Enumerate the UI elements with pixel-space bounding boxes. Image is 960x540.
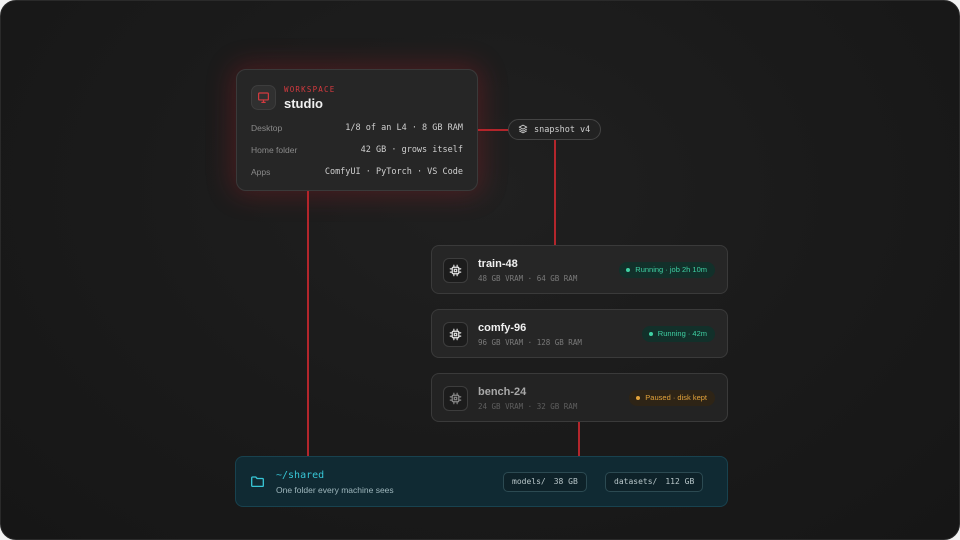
- workspace-card[interactable]: WORKSPACE studio Desktop 1/8 of an L4 · …: [236, 69, 478, 191]
- connector-snapshot-to-machines: [554, 140, 556, 246]
- shared-folder-bar[interactable]: ~/shared One folder every machine sees m…: [235, 456, 728, 507]
- row-value: 42 GB · grows itself: [360, 145, 463, 155]
- workspace-row-desktop: Desktop 1/8 of an L4 · 8 GB RAM: [251, 123, 463, 135]
- shared-path: ~/shared: [276, 470, 325, 481]
- connector-workspace-to-shared: [307, 190, 309, 456]
- row-key: Home folder: [251, 145, 298, 155]
- machine-card-comfy-96[interactable]: comfy-96 96 GB VRAM · 128 GB RAM Running…: [431, 309, 728, 358]
- machine-card-bench-24[interactable]: bench-24 24 GB VRAM · 32 GB RAM Paused ·…: [431, 373, 728, 422]
- machine-spec: 96 GB VRAM · 128 GB RAM: [478, 338, 582, 347]
- layers-icon: [518, 121, 528, 139]
- workspace-title: studio: [284, 96, 323, 111]
- connector-machines-to-shared: [578, 422, 580, 456]
- machine-card-train-48[interactable]: train-48 48 GB VRAM · 64 GB RAM Running …: [431, 245, 728, 294]
- row-value: ComfyUI · PyTorch · VS Code: [324, 167, 463, 177]
- row-key: Desktop: [251, 123, 283, 133]
- workspace-row-home-folder: Home folder 42 GB · grows itself: [251, 145, 463, 157]
- folder-chip-datasets[interactable]: datasets/112 GB: [605, 472, 704, 492]
- status-badge-paused: Paused · disk kept: [629, 390, 715, 406]
- machine-spec: 48 GB VRAM · 64 GB RAM: [478, 274, 578, 283]
- row-value: 1/8 of an L4 · 8 GB RAM: [345, 123, 463, 133]
- shared-subtitle: One folder every machine sees: [276, 485, 394, 495]
- chip-icon: [443, 258, 468, 283]
- row-key: Apps: [251, 167, 271, 177]
- connector-workspace-to-snapshot: [478, 129, 509, 131]
- folder-chip-models[interactable]: models/38 GB: [503, 472, 587, 492]
- chip-icon: [443, 322, 468, 347]
- workspace-row-apps: Apps ComfyUI · PyTorch · VS Code: [251, 167, 463, 179]
- snapshot-label: snapshot v4: [534, 124, 591, 135]
- monitor-icon: [251, 85, 276, 110]
- snapshot-pill[interactable]: snapshot v4: [508, 119, 601, 140]
- machine-name: bench-24: [478, 386, 527, 398]
- status-badge-running: Running · job 2h 10m: [619, 262, 715, 278]
- machine-name: comfy-96: [478, 322, 527, 334]
- workspace-kicker: WORKSPACE: [284, 85, 336, 94]
- folder-icon: [250, 474, 265, 494]
- status-badge-running: Running · 42m: [641, 326, 715, 342]
- canvas: WORKSPACE studio Desktop 1/8 of an L4 · …: [0, 0, 960, 540]
- chip-icon: [443, 386, 468, 411]
- machine-name: train-48: [478, 258, 518, 270]
- machine-spec: 24 GB VRAM · 32 GB RAM: [478, 402, 578, 411]
